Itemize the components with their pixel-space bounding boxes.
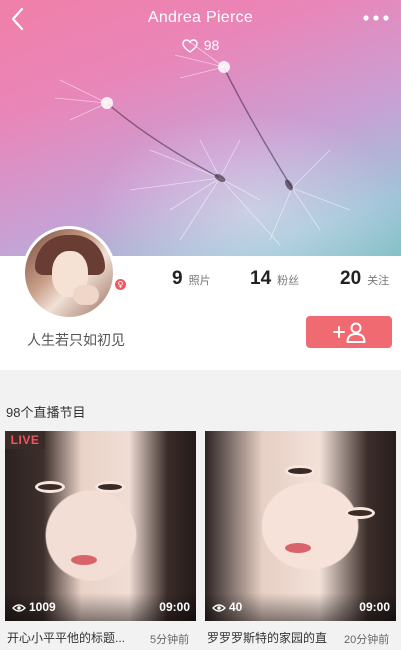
stat-following-value: 20 (340, 268, 362, 289)
heart-icon (182, 39, 198, 53)
stat-photos[interactable]: 9 照片 (172, 268, 211, 290)
stream-title[interactable]: 罗罗罗斯特的家园的直 (207, 629, 327, 646)
profile-signature: 人生若只如初见 (27, 332, 125, 348)
follow-button[interactable] (306, 316, 392, 348)
likes-value: 98 (203, 37, 220, 53)
view-count: 40 (212, 600, 242, 614)
stat-following[interactable]: 20 关注 (340, 268, 389, 290)
stat-fans-label: 粉丝 (277, 275, 300, 287)
stat-fans-value: 14 (250, 268, 272, 289)
stream-time: 20分钟前 (344, 634, 390, 646)
cover-image: Andrea Pierce 98 (0, 0, 401, 256)
top-bar: Andrea Pierce (0, 0, 401, 40)
more-dots-icon[interactable] (361, 8, 391, 28)
stats-row: 9 照片 14 粉丝 20 关注 (150, 268, 401, 298)
eye-icon (12, 604, 26, 612)
stream-duration: 09:00 (359, 600, 390, 614)
stat-photos-label: 照片 (188, 275, 211, 287)
view-count: 1009 (12, 600, 56, 614)
stream-time: 5分钟前 (150, 634, 190, 646)
stat-following-label: 关注 (367, 275, 390, 287)
avatar-image (25, 229, 113, 317)
view-count-value: 40 (229, 600, 243, 614)
stream-title[interactable]: 开心小平平他的标题... (7, 629, 125, 646)
section-title: 98个直播节目 (6, 405, 86, 420)
stat-photos-value: 9 (172, 268, 183, 289)
stream-card[interactable]: LIVE 1009 09:00 (5, 431, 196, 621)
stream-duration: 09:00 (159, 600, 190, 614)
stat-fans[interactable]: 14 粉丝 (250, 268, 299, 290)
eye-icon (212, 604, 226, 612)
add-user-icon (333, 322, 366, 343)
profile-card: 9 照片 14 粉丝 20 关注 人生若只如初见 (0, 226, 401, 370)
female-icon (113, 277, 128, 292)
stream-card[interactable]: 40 09:00 (205, 431, 396, 621)
avatar[interactable] (22, 226, 128, 320)
page-title: Andrea Pierce (147, 9, 254, 26)
likes-count[interactable]: 98 (0, 37, 401, 53)
live-badge: LIVE (5, 431, 45, 449)
view-count-value: 1009 (29, 600, 56, 614)
